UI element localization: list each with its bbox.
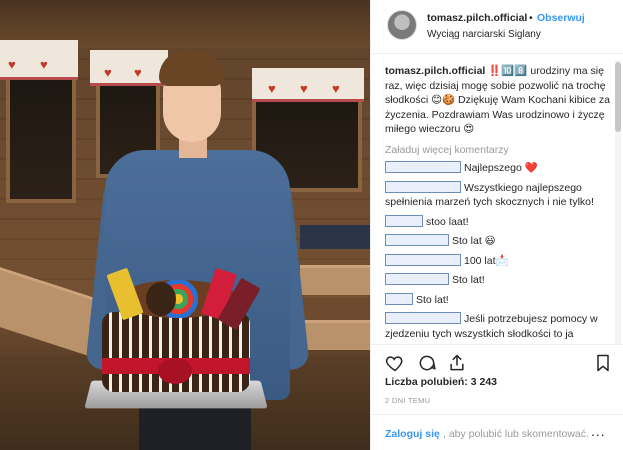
header-separator: • — [529, 12, 533, 24]
nutella-jar — [146, 282, 176, 316]
redacted-username[interactable] — [385, 312, 461, 324]
comments-scrollbar-thumb[interactable] — [615, 62, 621, 132]
heart-outline-icon[interactable] — [385, 353, 405, 373]
comment-text: stoo laat! — [426, 215, 469, 228]
cake-bow — [158, 358, 192, 384]
heart-decoration: ♥ — [332, 81, 340, 96]
heart-decoration: ♥ — [8, 57, 16, 72]
birthday-cake — [84, 267, 268, 410]
header-username[interactable]: tomasz.pilch.official — [427, 12, 527, 24]
person-hair — [159, 50, 223, 86]
login-link[interactable]: Zaloguj się — [385, 428, 440, 440]
post-date[interactable]: 2 DNI TEMU — [385, 396, 430, 405]
post-caption: tomasz.pilch.official ‼️🔟8️⃣ urodziny ma… — [385, 64, 610, 137]
redacted-username[interactable] — [385, 292, 413, 305]
redacted-username[interactable] — [385, 214, 423, 227]
comment-item: 100 lat📩 — [385, 253, 610, 269]
post-header: tomasz.pilch.official • Obserwuj Wyciąg … — [371, 0, 623, 54]
redacted-username[interactable] — [385, 234, 449, 246]
comment-item: Najlepszego ❤️ — [385, 161, 610, 176]
share-icon[interactable] — [447, 353, 467, 373]
bench-right-upper — [300, 265, 370, 295]
heart-decoration: ♥ — [40, 57, 48, 72]
redacted-username[interactable] — [385, 273, 449, 285]
comment-item: Sto lat 😃 — [385, 234, 610, 249]
redacted-username[interactable] — [385, 253, 461, 266]
comment-text: 100 lat📩 — [464, 254, 509, 267]
caption-username[interactable]: tomasz.pilch.official — [385, 65, 485, 77]
comment-item: stoo laat! — [385, 214, 610, 230]
comments-area[interactable]: tomasz.pilch.official ‼️🔟8️⃣ urodziny ma… — [385, 64, 610, 344]
location-link[interactable]: Wyciąg narciarski Siglany — [427, 29, 541, 40]
likes-count[interactable]: Liczba polubień: 3 243 — [385, 376, 497, 388]
comment-item: Sto lat! — [385, 273, 610, 288]
redacted-username[interactable] — [385, 180, 461, 193]
comment-text: Sto lat 😃 — [452, 235, 496, 247]
action-bar — [371, 344, 623, 380]
follow-button[interactable]: Obserwuj — [537, 12, 585, 24]
post-side-panel: tomasz.pilch.official • Obserwuj Wyciąg … — [370, 0, 623, 450]
comment-item: Sto lat! — [385, 292, 610, 308]
comment-item: Jeśli potrzebujesz pomocy w zjedzeniu ty… — [385, 312, 610, 341]
table-right — [300, 225, 370, 249]
avatar[interactable] — [387, 10, 417, 40]
login-prompt-text: , aby polubić lub skomentować. — [443, 428, 589, 440]
comment-bubble-icon[interactable] — [417, 353, 437, 373]
post-photo[interactable]: ♥ ♥ ♥ ♥ ♥ ♥ ♥ — [0, 0, 370, 450]
heart-decoration: ♥ — [300, 81, 308, 96]
comment-text: Sto lat! — [452, 274, 485, 286]
redacted-username[interactable] — [385, 161, 461, 173]
comment-item: Wszystkiego najlepszego spełnienia marze… — [385, 180, 610, 210]
login-footer: Zaloguj się , aby polubić lub skomentowa… — [371, 414, 623, 450]
bookmark-icon[interactable] — [593, 353, 613, 373]
comment-text: Najlepszego ❤️ — [464, 162, 538, 174]
comment-text: Sto lat! — [416, 293, 449, 306]
more-options-icon[interactable]: ... — [591, 423, 606, 439]
load-more-comments-button[interactable]: Załaduj więcej komentarzy — [385, 143, 610, 158]
